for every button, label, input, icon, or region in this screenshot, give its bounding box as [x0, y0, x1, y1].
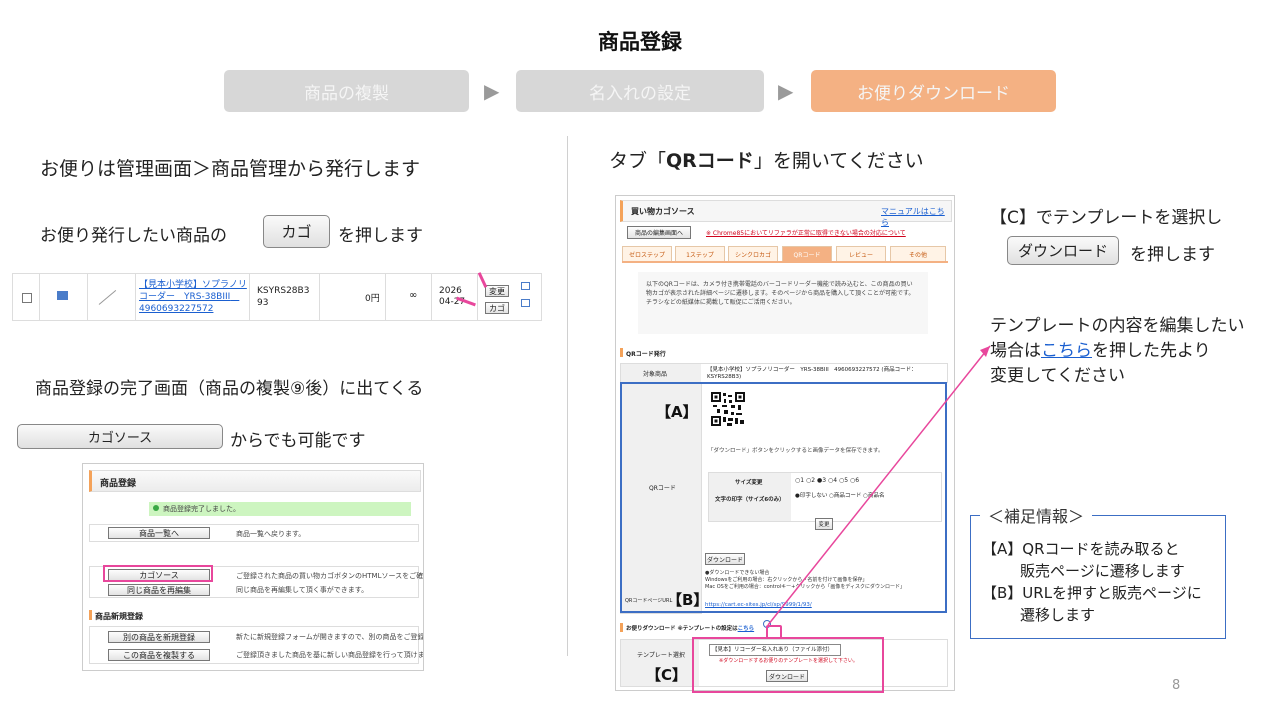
here-link-sample: こちら — [1041, 341, 1092, 361]
supp-a-line-1: 【A】QRコードを読み取ると — [982, 540, 1180, 558]
supp-a-line-2: 販売ページに遷移します — [1020, 562, 1185, 580]
supp-b-line-1: 【B】URLを押すと販売ページに — [982, 584, 1202, 602]
download-after: を押します — [1130, 245, 1215, 265]
supplementary-title: ＜補足情報＞ — [980, 503, 1093, 527]
edit-line-3: 変更してください — [990, 366, 1125, 386]
page-number: 8 — [1172, 678, 1181, 693]
download-button-sample: ダウンロード — [1007, 236, 1119, 265]
edit-line-1: テンプレートの内容を編集したい — [990, 316, 1245, 336]
supp-b-line-2: 遷移します — [1020, 606, 1096, 624]
instruction-c: 【C】でテンプレートを選択し — [990, 208, 1223, 228]
edit-line-2: 場合はこちらを押した先より — [990, 341, 1211, 361]
